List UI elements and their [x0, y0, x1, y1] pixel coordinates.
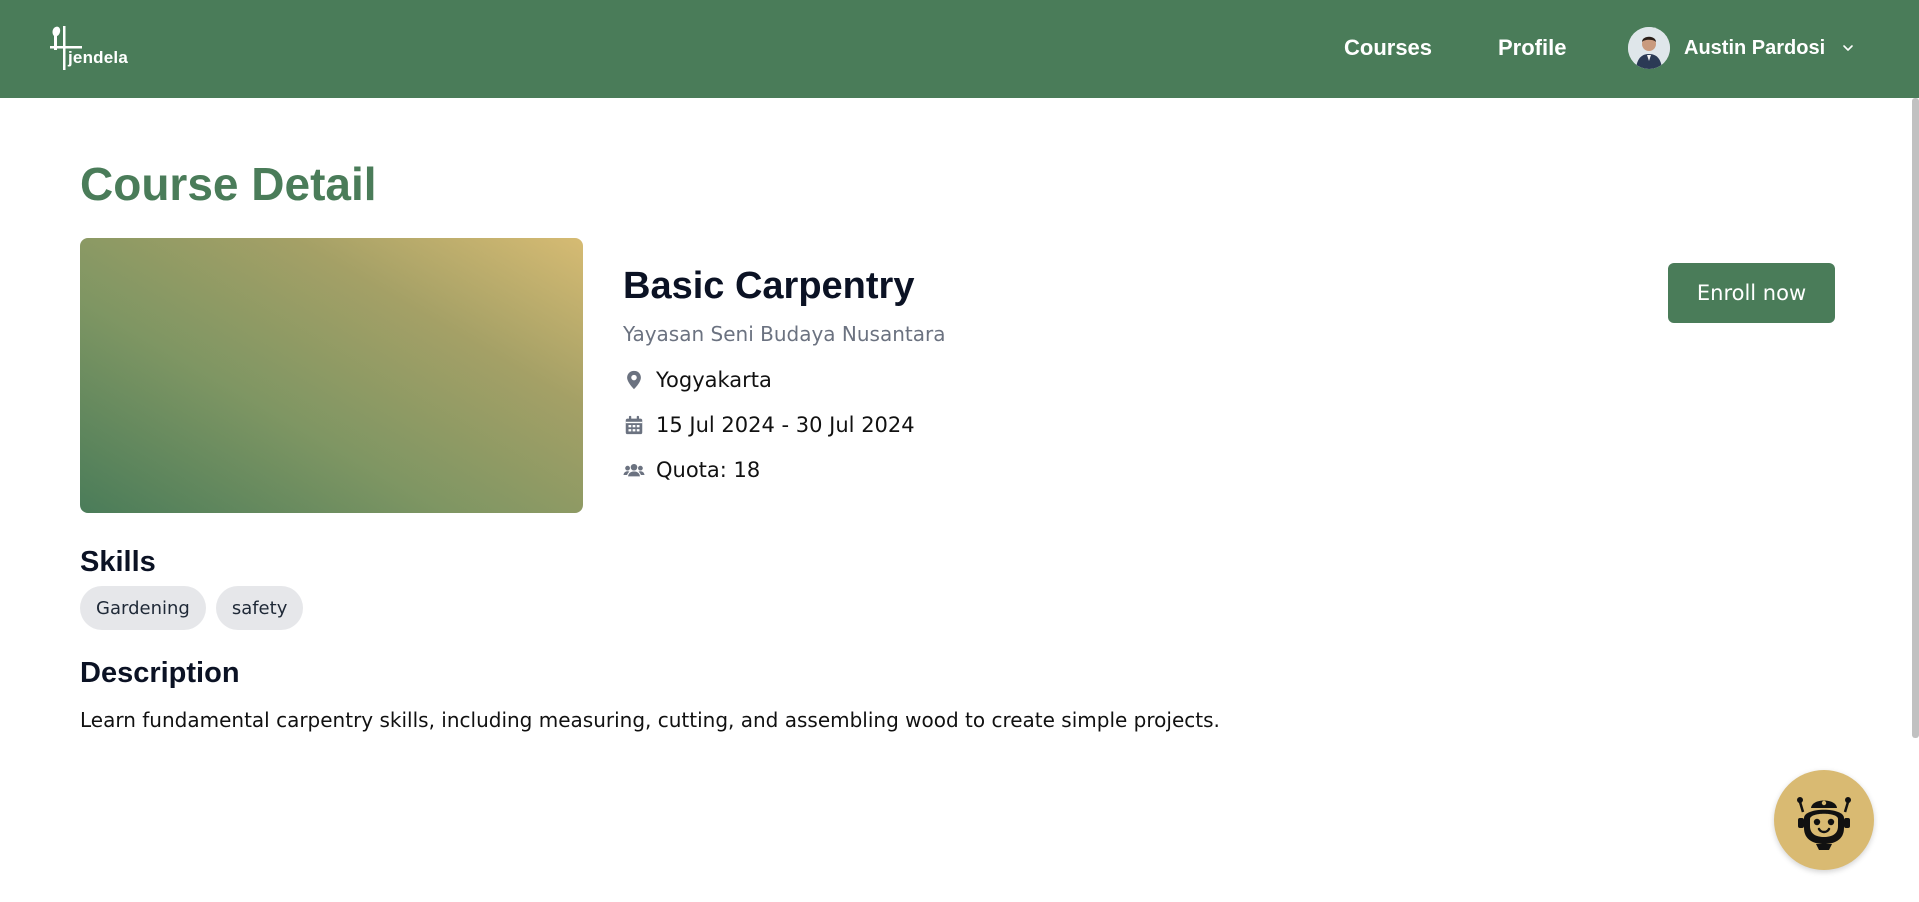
page-title: Course Detail — [80, 158, 377, 210]
course-title: Basic Carpentry — [623, 265, 915, 307]
avatar — [1628, 27, 1670, 69]
avatar-photo-icon — [1628, 27, 1670, 69]
user-name: Austin Pardosi — [1684, 36, 1826, 59]
course-quota-row: Quota: 18 — [623, 456, 760, 484]
skills-heading: Skills — [80, 546, 156, 578]
jendela-logo[interactable]: jendela — [48, 24, 138, 72]
map-pin-icon — [627, 370, 641, 390]
user-menu[interactable]: Austin Pardosi — [1628, 26, 1855, 70]
robot-icon — [1797, 797, 1851, 850]
chevron-down-icon — [1843, 45, 1853, 51]
chatbot-button[interactable] — [1774, 770, 1874, 870]
nav-profile-link[interactable]: Profile — [1498, 34, 1566, 62]
description-heading: Description — [80, 657, 240, 689]
calendar-icon — [625, 415, 643, 435]
course-quota: Quota: 18 — [656, 458, 761, 482]
course-description: Learn fundamental carpentry skills, incl… — [80, 708, 1220, 732]
course-location-row: Yogyakarta — [623, 366, 772, 394]
skills-list: Gardening safety — [80, 586, 304, 630]
skill-chip: Gardening — [80, 586, 206, 630]
course-location: Yogyakarta — [656, 368, 772, 392]
enroll-now-button[interactable]: Enroll now — [1668, 263, 1835, 323]
course-dates: 15 Jul 2024 - 30 Jul 2024 — [656, 413, 915, 437]
logo-text: jendela — [68, 48, 128, 67]
course-cover-image — [80, 238, 583, 513]
users-icon — [623, 463, 645, 477]
skill-chip: safety — [215, 586, 304, 630]
course-dates-row: 15 Jul 2024 - 30 Jul 2024 — [623, 411, 915, 439]
page-scrollbar[interactable] — [1912, 98, 1919, 738]
course-organizer: Yayasan Seni Budaya Nusantara — [623, 322, 946, 346]
nav-courses-link[interactable]: Courses — [1344, 34, 1432, 62]
top-navigation-bar: jendela Courses Profile Austin Pardosi — [0, 0, 1919, 98]
